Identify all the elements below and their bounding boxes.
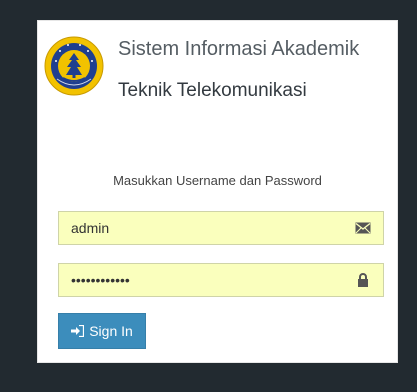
app-title: Sistem Informasi Akademik <box>118 38 360 60</box>
app-subtitle: Teknik Telekomunikasi <box>118 80 307 101</box>
sign-in-icon <box>71 325 85 337</box>
login-prompt: Masukkan Username dan Password <box>113 173 322 188</box>
username-input[interactable] <box>59 212 344 244</box>
password-input[interactable] <box>59 264 344 296</box>
password-field <box>58 263 384 297</box>
envelope-icon <box>355 221 371 235</box>
sign-in-button[interactable]: Sign In <box>58 313 146 349</box>
username-field <box>58 211 384 245</box>
university-seal-icon <box>43 35 105 97</box>
login-card: Sistem Informasi Akademik Teknik Telekom… <box>37 20 398 363</box>
lock-icon <box>355 273 371 287</box>
sign-in-label: Sign In <box>89 323 133 339</box>
